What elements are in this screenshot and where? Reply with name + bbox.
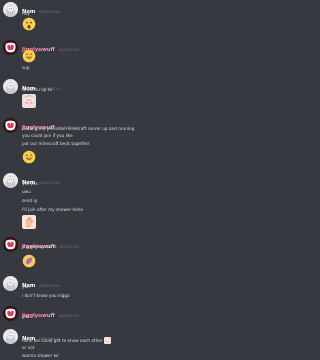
message-text: put our minecraft beds together [22, 141, 90, 146]
message-text: I'll join after my shower hehe [22, 207, 83, 212]
message-text: wanna shower w/ [22, 353, 59, 358]
timestamp: 00/00/2020 [39, 181, 61, 185]
avatar-jigglyuwuff[interactable] [3, 118, 18, 133]
smiling-face-icon [22, 49, 36, 63]
message-text: you could join if you like [22, 133, 73, 138]
chat-log: Nom 00/00/2020 hey Jigglyuwuff 00/00/2020 … [0, 0, 256, 360]
message-text: Getting my personal minecraft server up … [22, 126, 135, 131]
avatar-nom[interactable] [3, 2, 18, 17]
blush-face-icon [22, 94, 36, 108]
eggplant-icon [22, 254, 36, 268]
timestamp: 00/00/2020 [39, 10, 61, 14]
blush-face-icon [104, 337, 111, 344]
message-text: send ip [22, 198, 38, 203]
avatar-jigglyuwuff[interactable] [3, 306, 18, 321]
message-text: showering alone [22, 244, 57, 249]
avatar-nom[interactable] [3, 173, 18, 188]
message-line: hehe we could get to know each other [22, 337, 111, 344]
message-text: sup [22, 65, 30, 70]
timestamp: 00/00/2020 [58, 48, 80, 52]
avatar-nom[interactable] [3, 276, 18, 291]
timestamp: 00/00/2020 [39, 284, 61, 288]
surprised-face-icon [22, 17, 36, 31]
avatar-nom[interactable] [3, 329, 18, 344]
avatar-nom[interactable] [3, 79, 18, 94]
message-text: uwu [22, 189, 31, 194]
smiling-face-icon [22, 150, 36, 164]
avatar-jigglyuwuff[interactable] [3, 237, 18, 252]
message-text: yes [22, 314, 30, 319]
message-text: whatchu up to [22, 87, 53, 92]
message-text: i don't know you nigga [22, 293, 70, 298]
timestamp: 00/00/2020 [58, 314, 80, 318]
message-text: yes yes [22, 181, 38, 186]
wave-hand-icon [22, 215, 36, 229]
message-text: hehe we could get to know each other [22, 338, 103, 343]
timestamp: 00/00/2020 [58, 245, 80, 249]
message-header: Jigglyuwuff 00/00/2020 [22, 307, 79, 321]
avatar-jigglyuwuff[interactable] [3, 40, 18, 55]
message-text: or not [22, 345, 35, 350]
message-text: yuh [22, 284, 30, 289]
